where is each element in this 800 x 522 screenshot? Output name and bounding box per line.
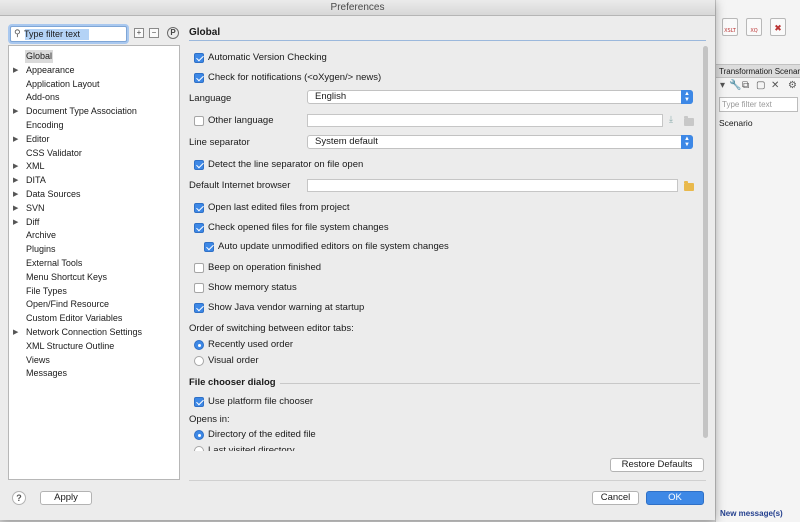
scenario-label: Scenario bbox=[719, 118, 753, 128]
background-editor-window: XSLT XQ ✖ Transformation Scenarios ▾ 🔧 ⧉… bbox=[715, 0, 800, 522]
line-separator-value: System default bbox=[315, 136, 378, 147]
beep-checkbox[interactable] bbox=[194, 263, 204, 273]
folder-icon[interactable] bbox=[684, 116, 694, 126]
auto-version-label: Automatic Version Checking bbox=[208, 52, 327, 63]
folder-icon[interactable] bbox=[684, 181, 694, 191]
edited-file-dir-label: Directory of the edited file bbox=[208, 429, 316, 440]
dropdown-icon[interactable]: ▾ bbox=[720, 80, 725, 91]
language-label: Language bbox=[189, 93, 232, 104]
scrollbar-thumb[interactable] bbox=[703, 46, 708, 438]
xq-label: XQ bbox=[750, 28, 758, 34]
file-chooser-section-title: File chooser dialog bbox=[189, 377, 276, 388]
platform-chooser-checkbox[interactable] bbox=[194, 397, 204, 407]
remove-icon[interactable]: ✕ bbox=[771, 80, 779, 91]
copy-icon[interactable]: ⧉ bbox=[742, 80, 749, 91]
detect-separator-label: Detect the line separator on file open bbox=[208, 159, 364, 170]
memory-label: Show memory status bbox=[208, 282, 297, 293]
language-select[interactable]: English ▲ ▼ bbox=[307, 90, 693, 104]
visual-order-label: Visual order bbox=[208, 355, 259, 366]
restore-defaults-button[interactable]: Restore Defaults bbox=[610, 458, 704, 472]
apply-button[interactable]: Apply bbox=[40, 491, 92, 505]
xslt-label: XSLT bbox=[724, 28, 736, 34]
notifications-checkbox[interactable] bbox=[194, 73, 204, 83]
xquery-debugger-button[interactable]: XQ bbox=[746, 18, 762, 36]
tab-order-label: Order of switching between editor tabs: bbox=[189, 323, 354, 334]
background-toolbar: XSLT XQ ✖ bbox=[722, 18, 800, 42]
auto-update-checkbox[interactable] bbox=[204, 242, 214, 252]
auto-update-label: Auto update unmodified editors on file s… bbox=[218, 241, 449, 252]
close-icon: ✖ bbox=[774, 24, 782, 34]
last-visited-dir-radio[interactable] bbox=[194, 446, 204, 451]
status-bar-message[interactable]: New message(s) bbox=[716, 505, 800, 522]
edited-file-dir-radio[interactable] bbox=[194, 430, 204, 440]
transformation-scenarios-panel-title: Transformation Scenarios bbox=[716, 64, 800, 78]
scenario-filter-input[interactable]: Type filter text bbox=[719, 97, 798, 112]
notifications-label: Check for notifications (<oXygen/> news) bbox=[208, 72, 382, 83]
bottom-divider bbox=[189, 480, 706, 481]
settings-scrollbar[interactable] bbox=[702, 46, 709, 438]
gear-icon[interactable]: ⚙ bbox=[788, 80, 797, 91]
recently-used-label: Recently used order bbox=[208, 339, 294, 350]
memory-checkbox[interactable] bbox=[194, 283, 204, 293]
auto-version-checkbox[interactable] bbox=[194, 53, 204, 63]
chevron-updown-icon: ▲ ▼ bbox=[681, 90, 693, 104]
visual-order-radio[interactable] bbox=[194, 356, 204, 366]
platform-chooser-label: Use platform file chooser bbox=[208, 396, 314, 407]
check-opened-label: Check opened files for file system chang… bbox=[208, 222, 389, 233]
global-settings-panel: Automatic Version Checking Check for not… bbox=[0, 0, 715, 455]
wrench-icon[interactable]: 🔧 bbox=[729, 80, 741, 91]
line-separator-label: Line separator bbox=[189, 137, 250, 148]
line-separator-select[interactable]: System default ▲ ▼ bbox=[307, 135, 693, 149]
help-button[interactable]: ? bbox=[12, 491, 26, 505]
ok-button[interactable]: OK bbox=[646, 491, 704, 505]
edit-icon[interactable]: ▢ bbox=[756, 80, 765, 91]
opens-in-label: Opens in: bbox=[189, 414, 230, 425]
status-message-label: New message(s) bbox=[720, 509, 783, 518]
section-divider bbox=[280, 383, 700, 384]
download-icon[interactable]: ⤓ bbox=[669, 114, 673, 125]
cancel-button[interactable]: Cancel bbox=[592, 491, 639, 505]
chevron-updown-icon: ▲ ▼ bbox=[681, 135, 693, 149]
open-last-label: Open last edited files from project bbox=[208, 202, 350, 213]
open-last-checkbox[interactable] bbox=[194, 203, 204, 213]
other-language-field[interactable] bbox=[307, 114, 663, 127]
scenario-filter-placeholder: Type filter text bbox=[722, 100, 772, 109]
recently-used-radio[interactable] bbox=[194, 340, 204, 350]
last-visited-dir-label: Last visited directory bbox=[208, 445, 295, 451]
browser-field[interactable] bbox=[307, 179, 678, 192]
scenario-column-header: Scenario bbox=[719, 118, 753, 128]
check-opened-checkbox[interactable] bbox=[194, 223, 204, 233]
java-warning-label: Show Java vendor warning at startup bbox=[208, 302, 365, 313]
detect-separator-checkbox[interactable] bbox=[194, 160, 204, 170]
beep-label: Beep on operation finished bbox=[208, 262, 322, 273]
xslt-debugger-button[interactable]: XSLT bbox=[722, 18, 738, 36]
browser-label: Default Internet browser bbox=[189, 180, 291, 191]
other-language-label: Other language bbox=[208, 115, 274, 126]
preferences-dialog: Preferences ⚲ + − P Global▶AppearanceApp… bbox=[0, 0, 715, 520]
scenario-toolbar: ▾ 🔧 ⧉ ▢ ✕ ⚙ bbox=[716, 79, 800, 95]
close-doc-button[interactable]: ✖ bbox=[770, 18, 786, 36]
language-value: English bbox=[315, 91, 347, 102]
java-warning-checkbox[interactable] bbox=[194, 303, 204, 313]
panel-title-label: Transformation Scenarios bbox=[719, 67, 800, 76]
other-language-checkbox[interactable] bbox=[194, 116, 204, 126]
